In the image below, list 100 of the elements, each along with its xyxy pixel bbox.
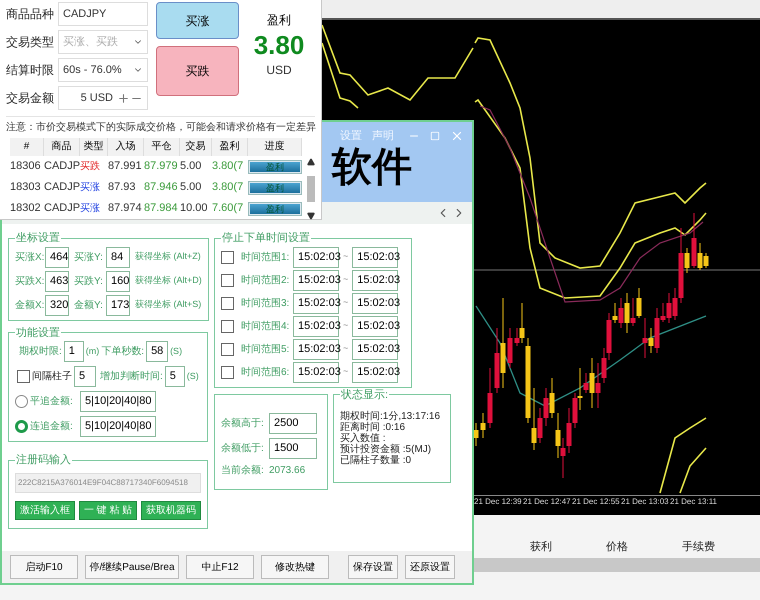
table-cell-text: CADJP [44, 201, 80, 216]
input-field[interactable]: 5|10|20|40|80 [80, 416, 156, 437]
input-field[interactable]: 84 [106, 246, 130, 268]
notice-text: 注意：市价交易模式下的实际成交价格，可能会和请求价格有一定差异 [5, 120, 317, 135]
input-field[interactable]: 5 [74, 366, 96, 387]
range-separator: ~ [343, 365, 348, 378]
checkbox[interactable] [17, 370, 30, 383]
field-label: 下单秒数: [101, 344, 144, 359]
column-header: 入场 [108, 138, 144, 156]
profit-value: 3.80 [254, 29, 304, 61]
input-field[interactable]: 160 [106, 270, 130, 292]
input-field[interactable]: 173 [106, 294, 130, 316]
candlestick [474, 422, 478, 446]
coordinate-label: 买跌Y: [74, 274, 104, 288]
input-field[interactable]: CADJPY [58, 2, 148, 26]
unit-label: (S) [186, 370, 199, 383]
checkbox[interactable] [221, 366, 234, 378]
time-field[interactable]: 15:02:03 [293, 316, 339, 336]
column-header: 交易 [180, 138, 212, 156]
dropdown[interactable]: 60s - 76.0% [58, 58, 148, 82]
input-field[interactable]: 463 [45, 270, 69, 292]
table-cell-text: 18303 [10, 180, 42, 196]
time-field[interactable]: 15:02:03 [352, 316, 398, 336]
time-label: 21 Dec 13:03 [621, 496, 669, 508]
group-title: 注册码输入 [15, 452, 72, 468]
coordinate-label: 买涨X: [15, 250, 43, 264]
input-field[interactable]: 2500 [269, 412, 317, 434]
range-separator: ~ [343, 296, 348, 310]
status-line: 期权时间:1分,13:17:16 [340, 411, 442, 422]
status-line: 预计投资金额 :5(MJ) [340, 444, 432, 455]
footer-button[interactable]: 停/继续Pause/Brea [85, 555, 179, 579]
group-title: 停止下单时间设置 [221, 231, 311, 246]
table-cell-text: 买涨 [80, 202, 101, 216]
time-field[interactable]: 15:02:03 [352, 270, 398, 290]
radio-button[interactable] [15, 420, 28, 433]
time-field[interactable]: 15:02:03 [352, 292, 398, 314]
column-header: 平仓 [144, 138, 180, 156]
time-field[interactable]: 15:02:03 [293, 246, 339, 268]
checkbox[interactable] [221, 250, 234, 264]
scroll-up-icon[interactable] [307, 158, 315, 166]
range-separator: ~ [343, 342, 348, 356]
input-field[interactable]: 5 USD [58, 86, 148, 110]
range-label: 时间范围2: [241, 274, 289, 288]
range-label: 时间范围3: [241, 296, 289, 310]
checkbox[interactable] [221, 320, 234, 332]
field-label: 交易金额 [6, 90, 55, 107]
radio-label: 连追金额: [30, 420, 74, 434]
progress-label: 盈利 [265, 160, 285, 172]
table-cell-text: 87.984 [144, 201, 179, 216]
buy-down-button[interactable]: 买跌 [156, 46, 239, 96]
range-label: 时间范围1: [241, 250, 289, 264]
table-cell-text: 买涨 [80, 180, 101, 195]
radio-button[interactable] [15, 395, 28, 408]
currency-label: USD [266, 62, 292, 79]
footer-button[interactable]: 还原设置 [405, 555, 455, 579]
scrollbar[interactable] [306, 158, 316, 220]
table-cell-text: 87.93 [108, 180, 137, 196]
time-field[interactable]: 15:02:03 [352, 246, 398, 268]
candlestick [480, 412, 486, 438]
time-field[interactable]: 15:02:03 [293, 362, 339, 382]
input-field[interactable]: 5|10|20|40|80 [80, 391, 156, 412]
input-field[interactable]: 320 [45, 294, 69, 316]
footer-button[interactable]: 修改热键 [261, 555, 329, 579]
footer-button[interactable]: 中止F12 [186, 555, 254, 579]
checkbox[interactable] [221, 342, 234, 356]
field-label: 增加判断时间: [100, 370, 163, 384]
checkbox-label: 间隔柱子 [32, 370, 72, 384]
input-field[interactable]: 58 [146, 341, 168, 362]
time-label: 21 Dec 13:11 [670, 496, 718, 508]
table-cell-text: CADJP [44, 180, 80, 196]
time-label: 21 Dec 12:39 [474, 496, 522, 508]
coordinate-label: 买涨Y: [74, 250, 104, 264]
footer-button[interactable]: 保存设置 [348, 555, 398, 579]
scroll-down-icon[interactable] [307, 212, 315, 220]
table-cell-text: 87.991 [108, 159, 143, 174]
table-cell-text: 87.979 [144, 159, 179, 174]
column-header: 盈利 [212, 138, 248, 156]
banner-title: 软件 [332, 144, 413, 188]
scroll-thumb[interactable] [307, 176, 315, 202]
column-header: 进度 [248, 138, 302, 156]
radio-label: 平追金额: [30, 394, 74, 409]
column-header: 商品 [44, 138, 80, 156]
input-field[interactable]: 464 [45, 246, 69, 268]
balance-label: 余额低于: [221, 442, 265, 456]
plus-icon[interactable] [117, 92, 130, 104]
time-field[interactable]: 15:02:03 [293, 338, 339, 360]
get-coordinate-link[interactable]: 获得坐标 (Alt+S) [135, 298, 202, 312]
time-field[interactable]: 15:02:03 [352, 362, 398, 382]
input-field[interactable]: 1 [64, 341, 84, 362]
table-cell-text: 买跌 [80, 160, 101, 174]
input-field[interactable]: 5 [164, 366, 185, 387]
checkbox[interactable] [221, 296, 234, 310]
time-field[interactable]: 15:02:03 [293, 270, 339, 290]
time-field[interactable]: 15:02:03 [352, 338, 398, 360]
footer-button[interactable]: 启动F10 [10, 555, 78, 579]
input-field[interactable]: 1500 [269, 438, 317, 458]
buy-up-button[interactable]: 买涨 [156, 2, 239, 39]
field-label: 商品品种 [6, 6, 55, 23]
time-field[interactable]: 15:02:03 [293, 292, 339, 314]
checkbox[interactable] [221, 274, 234, 286]
